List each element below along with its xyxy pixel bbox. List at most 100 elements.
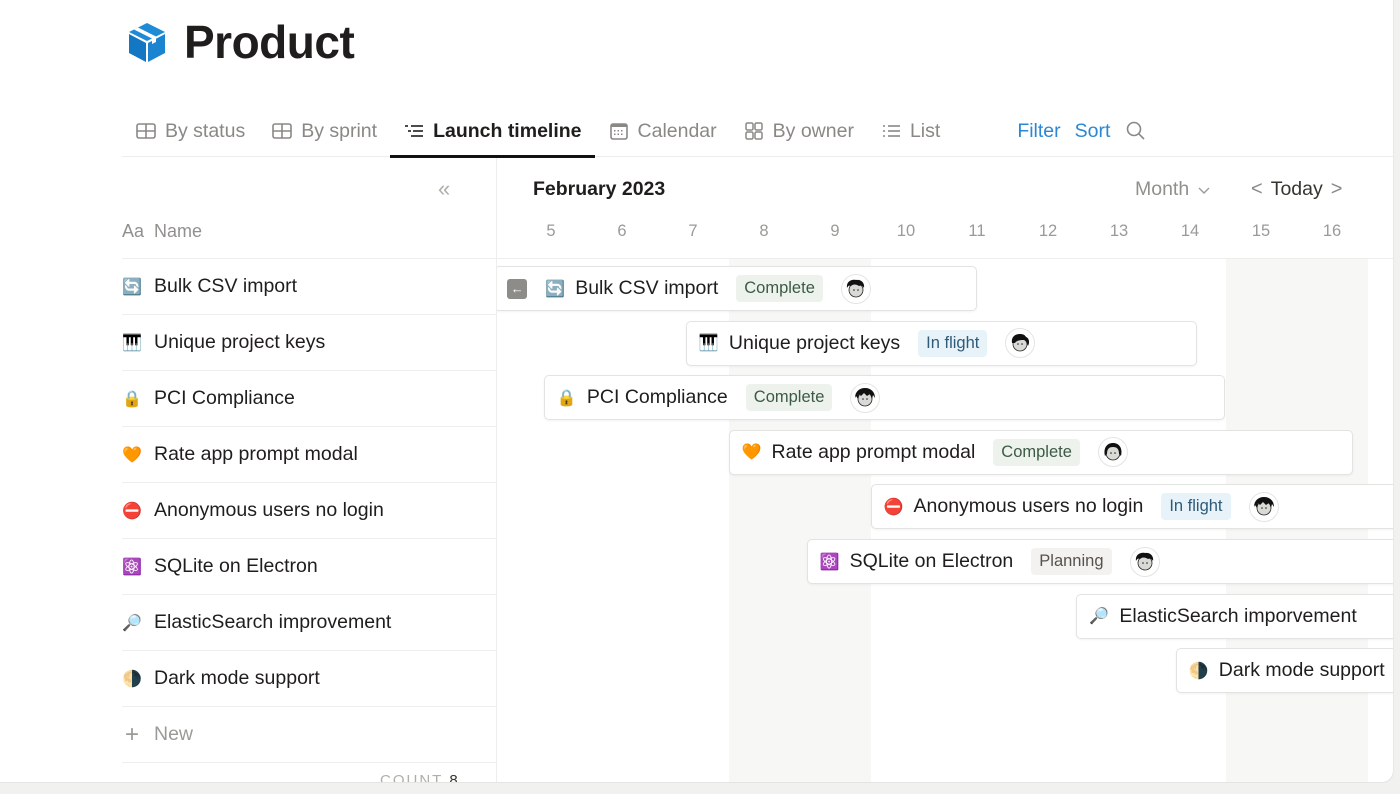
next-button[interactable]: > bbox=[1331, 178, 1343, 201]
previous-button[interactable]: < bbox=[1251, 178, 1263, 201]
status-badge: Complete bbox=[736, 275, 823, 302]
text-type-icon: Aa bbox=[122, 221, 145, 241]
day-label: 6 bbox=[617, 222, 627, 240]
bar-emoji-icon: 🔎 bbox=[1089, 608, 1110, 626]
day-label: 5 bbox=[546, 222, 556, 240]
day-label: 11 bbox=[968, 222, 986, 240]
tab-by-sprint[interactable]: By sprint bbox=[258, 106, 390, 157]
chevron-down-icon bbox=[1198, 187, 1210, 194]
page-header: Product bbox=[124, 14, 355, 70]
day-label: 14 bbox=[1180, 222, 1200, 240]
row-name: SQLite on Electron bbox=[154, 555, 318, 577]
collapse-table-button[interactable]: « bbox=[438, 176, 450, 202]
row-name: Dark mode support bbox=[154, 667, 320, 689]
bar-title: ElasticSearch imporvement bbox=[1119, 604, 1357, 627]
view-tabs: By status By sprint Launch timeline Cale… bbox=[122, 106, 1393, 158]
timeline-bar[interactable]: ⚛️ SQLite on Electron Planning bbox=[806, 539, 1393, 584]
tab-label: By status bbox=[165, 119, 246, 142]
bar-title: Bulk CSV import bbox=[575, 277, 719, 299]
divider bbox=[497, 258, 1393, 259]
day-label: 12 bbox=[1038, 222, 1058, 240]
owner-avatar[interactable] bbox=[840, 273, 871, 304]
timeline-bar[interactable]: 🎹 Unique project keys In flight bbox=[685, 320, 1198, 366]
tab-label: List bbox=[909, 119, 941, 142]
sort-button[interactable]: Sort bbox=[1075, 120, 1111, 143]
tab-list[interactable]: List bbox=[867, 106, 953, 157]
count-label: COUNT bbox=[380, 772, 444, 782]
arrow-left-icon: ← bbox=[510, 281, 524, 296]
name-column-header[interactable]: Aa Name bbox=[122, 221, 202, 242]
bar-emoji-icon: 🔒 bbox=[556, 389, 577, 407]
filter-button[interactable]: Filter bbox=[1017, 120, 1060, 143]
day-label: 15 bbox=[1251, 222, 1271, 240]
row-emoji-icon: 🔎 bbox=[122, 614, 142, 632]
table-icon bbox=[136, 123, 156, 139]
bar-title: PCI Compliance bbox=[586, 386, 728, 409]
tab-launch-timeline[interactable]: Launch timeline bbox=[390, 106, 595, 158]
tab-by-status[interactable]: By status bbox=[122, 106, 258, 157]
bar-title: Rate app prompt modal bbox=[771, 440, 976, 463]
bar-title: SQLite on Electron bbox=[849, 550, 1014, 572]
bar-emoji-icon: ⛔ bbox=[883, 498, 904, 516]
tab-label: By owner bbox=[772, 119, 854, 142]
table-row[interactable]: 🧡 Rate app prompt modal bbox=[122, 427, 496, 483]
new-row-button[interactable]: + New bbox=[122, 707, 496, 763]
table-row[interactable]: 🔄 Bulk CSV import bbox=[122, 259, 496, 315]
tab-by-owner[interactable]: By owner bbox=[730, 106, 867, 157]
new-label: New bbox=[154, 723, 194, 745]
row-name: PCI Compliance bbox=[154, 387, 295, 409]
row-emoji-icon: 🌗 bbox=[122, 670, 142, 688]
owner-avatar[interactable] bbox=[1129, 546, 1160, 577]
status-badge: Planning bbox=[1031, 548, 1112, 575]
owner-avatar[interactable] bbox=[1005, 328, 1036, 359]
tab-label: Calendar bbox=[637, 119, 717, 142]
timeline-bar[interactable]: 🧡 Rate app prompt modal Complete bbox=[728, 429, 1354, 475]
row-name: Anonymous users no login bbox=[154, 499, 384, 521]
timeline-table-panel: « Aa Name 🔄 Bulk CSV import 🎹 Unique projec… bbox=[0, 158, 497, 782]
timeline-bar[interactable]: 🌗 Dark mode support bbox=[1175, 648, 1393, 694]
count-footer: COUNT 8 bbox=[380, 772, 460, 782]
timeline-bar[interactable]: ⛔ Anonymous users no login In flight bbox=[870, 484, 1393, 530]
table-rows: 🔄 Bulk CSV import 🎹 Unique project keys 🔒 PCI… bbox=[122, 259, 496, 763]
timescale-value: Month bbox=[1135, 178, 1190, 200]
row-emoji-icon: 🎹 bbox=[122, 334, 142, 352]
row-emoji-icon: 🧡 bbox=[122, 446, 142, 464]
status-badge: Complete bbox=[745, 384, 833, 412]
date-navigation: < Today > bbox=[1251, 178, 1342, 201]
view-actions: Filter Sort bbox=[1017, 119, 1148, 143]
search-button[interactable] bbox=[1124, 119, 1148, 143]
search-icon bbox=[1127, 121, 1145, 140]
package-box-icon bbox=[124, 19, 170, 65]
tab-calendar[interactable]: Calendar bbox=[595, 106, 730, 157]
today-button[interactable]: Today bbox=[1271, 178, 1323, 201]
row-emoji-icon: 🔄 bbox=[122, 278, 142, 296]
owner-avatar[interactable] bbox=[1248, 491, 1279, 522]
row-name: Rate app prompt modal bbox=[154, 443, 358, 465]
owner-avatar[interactable] bbox=[1097, 437, 1128, 468]
timeline-panel: February 2023 Month < Today > 5 6 7 8 9 10 11 1… bbox=[497, 158, 1393, 782]
day-label: 13 bbox=[1109, 222, 1129, 240]
row-name: Unique project keys bbox=[154, 331, 326, 353]
page-title: Product bbox=[184, 16, 355, 68]
status-badge: In flight bbox=[918, 329, 988, 357]
table-row[interactable]: 🌗 Dark mode support bbox=[122, 651, 496, 707]
row-emoji-icon: ⛔ bbox=[122, 502, 142, 520]
table-row[interactable]: ⛔ Anonymous users no login bbox=[122, 483, 496, 539]
app-window: Product By status By sprint Launch timel… bbox=[0, 0, 1394, 782]
table-row[interactable]: 🔒 PCI Compliance bbox=[122, 371, 496, 427]
board-icon bbox=[744, 122, 763, 140]
timeline-bar[interactable]: ← 🔄 Bulk CSV import Complete bbox=[497, 266, 977, 311]
bar-title: Anonymous users no login bbox=[913, 495, 1144, 518]
timeline-bar[interactable]: 🔎 ElasticSearch imporvement bbox=[1076, 593, 1393, 639]
list-icon bbox=[882, 125, 900, 137]
owner-avatar[interactable] bbox=[850, 382, 881, 413]
status-badge: In flight bbox=[1161, 493, 1231, 521]
day-label: 10 bbox=[896, 222, 916, 240]
table-row[interactable]: ⚛️ SQLite on Electron bbox=[122, 539, 496, 595]
scroll-to-start-button[interactable]: ← bbox=[507, 278, 528, 299]
bar-emoji-icon: ⚛️ bbox=[819, 553, 840, 571]
timeline-bar[interactable]: 🔒 PCI Compliance Complete bbox=[543, 375, 1226, 421]
timescale-select[interactable]: Month bbox=[1135, 178, 1211, 201]
table-row[interactable]: 🔎 ElasticSearch improvement bbox=[122, 595, 496, 651]
table-row[interactable]: 🎹 Unique project keys bbox=[122, 315, 496, 371]
